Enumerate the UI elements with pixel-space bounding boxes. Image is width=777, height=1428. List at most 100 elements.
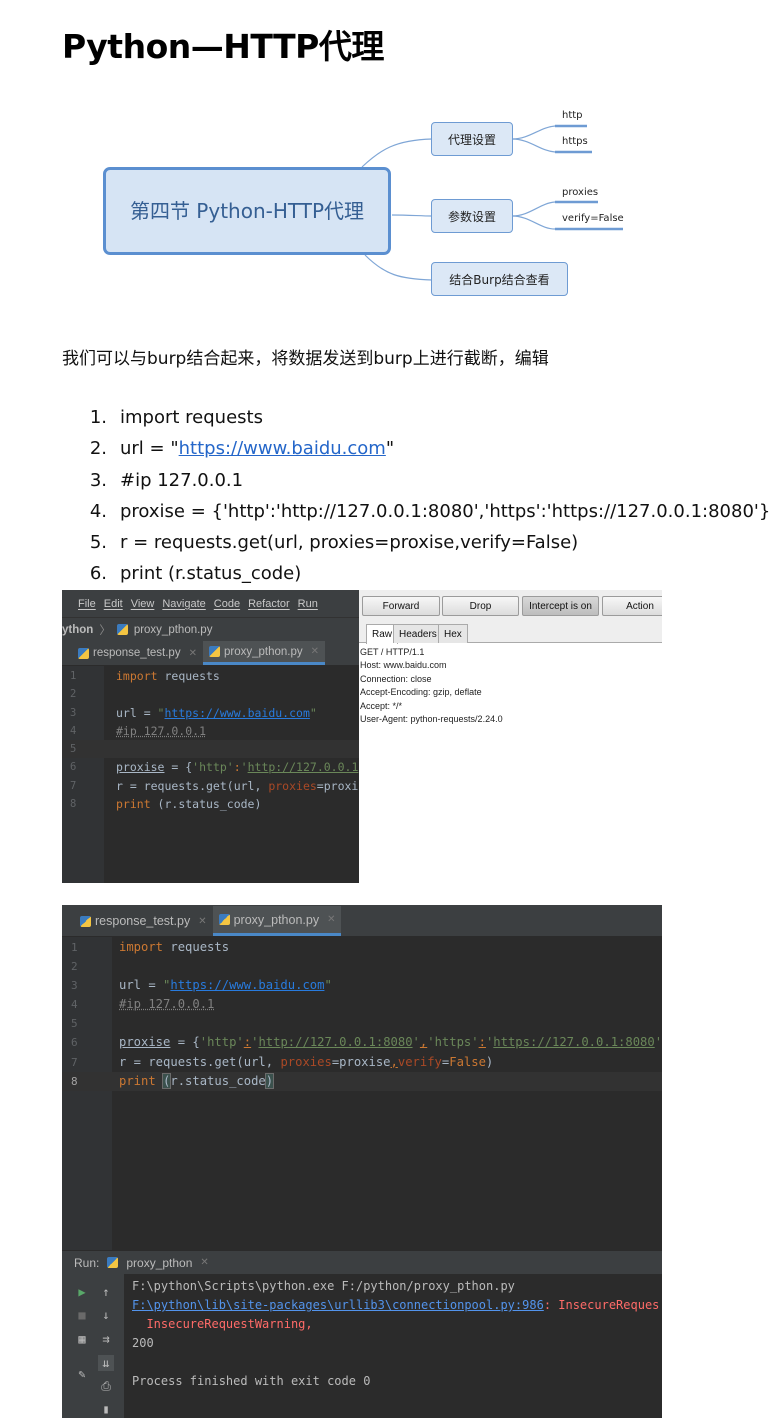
code-token: verify: [397, 1054, 442, 1069]
code-token: proxise: [116, 760, 165, 775]
pin-icon[interactable]: ✎: [74, 1366, 90, 1382]
close-icon[interactable]: ✕: [200, 1257, 208, 1268]
code-token: 'https': [427, 1035, 479, 1050]
tab-response-test[interactable]: response_test.py ✕: [74, 906, 213, 936]
breadcrumb-file[interactable]: proxy_pthon.py: [134, 624, 213, 636]
line-number: 4: [70, 724, 77, 737]
tab-label: response_test.py: [95, 914, 191, 928]
console-warning: : InsecureReques: [543, 1298, 660, 1313]
python-file-icon: [116, 624, 128, 635]
run-console[interactable]: F:\python\Scripts\python.exe F:/python/p…: [124, 1274, 662, 1418]
baidu-link[interactable]: https://www.baidu.com: [179, 438, 386, 459]
scroll-to-end-icon[interactable]: ⇊: [98, 1355, 114, 1371]
close-icon[interactable]: ✕: [327, 914, 335, 925]
code-list: 1. import requests 2. url = "https://www.b…: [62, 404, 771, 592]
list-item: 4. proxise = {'http':'http://127.0.0.1:80…: [62, 498, 771, 529]
line-number: 1: [70, 670, 77, 682]
tab-label: proxy_pthon.py: [223, 645, 303, 658]
menu-run[interactable]: Run: [298, 598, 318, 610]
python-file-icon: [218, 914, 230, 925]
code-token: 'http': [199, 1035, 244, 1050]
menu-refactor[interactable]: Refactor: [248, 598, 290, 610]
breadcrumb-project[interactable]: ython: [62, 624, 93, 636]
intercept-toggle-button[interactable]: Intercept is on: [522, 596, 599, 616]
layout-icon[interactable]: ▦: [74, 1331, 90, 1347]
run-config-tab[interactable]: proxy_pthon: [126, 1256, 192, 1270]
close-icon[interactable]: ✕: [189, 648, 197, 659]
burp-intercept-panel: Forward Drop Intercept is on Action Raw …: [359, 590, 662, 725]
code-editor[interactable]: 1 import requests 2 3 url = "https://www.b…: [62, 666, 359, 883]
line-number: 7: [71, 1055, 78, 1069]
request-line: GET / HTTP/1.1: [360, 647, 425, 657]
mind-map-node-param-settings: 参数设置: [431, 199, 513, 233]
code-url[interactable]: https://www.baidu.com: [170, 978, 324, 992]
tab-proxy-pthon[interactable]: proxy_pthon.py ✕: [212, 906, 342, 936]
code-token: ': [654, 1035, 662, 1050]
request-line: Host: www.baidu.com: [360, 660, 447, 671]
code-url[interactable]: http://127.0.0.1: [248, 760, 359, 774]
code-token: proxies: [280, 1054, 332, 1069]
line-number: 2: [71, 960, 78, 974]
tab-headers[interactable]: Headers: [393, 624, 443, 643]
close-icon[interactable]: ✕: [198, 916, 206, 927]
request-body[interactable]: GET / HTTP/1.1 Host: www.baidu.com Conne…: [359, 643, 662, 725]
line-number: 4: [71, 998, 78, 1012]
console-line: 200: [132, 1336, 154, 1351]
python-file-icon: [208, 646, 220, 657]
burp-toolbar: Forward Drop Intercept is on Action: [359, 590, 662, 622]
list-item: 5. r = requests.get(url, proxies=proxise,…: [62, 529, 770, 560]
code-url[interactable]: https://127.0.0.1:8080: [493, 1035, 654, 1049]
trash-icon[interactable]: ▮: [98, 1401, 114, 1417]
arrow-up-icon[interactable]: ↑: [98, 1284, 114, 1300]
request-line: Accept: */*: [360, 700, 403, 711]
soft-wrap-icon[interactable]: ⇉: [98, 1331, 114, 1347]
code-url[interactable]: https://www.baidu.com: [164, 706, 309, 720]
tab-response-test[interactable]: response_test.py ✕: [72, 641, 203, 665]
code-line-current: 8 print (r.status_code): [62, 1071, 662, 1091]
menu-view[interactable]: View: [131, 598, 155, 610]
list-number: 5.: [89, 532, 107, 554]
print-icon[interactable]: ⎙: [98, 1378, 114, 1394]
code-token: ': [412, 1035, 420, 1050]
code-line: 6 proxise = {'http':'http://127.0.0.1:808…: [62, 1033, 662, 1052]
code-token: url =: [116, 705, 158, 720]
code-token: ": [324, 978, 332, 993]
code-text: url = ": [120, 438, 179, 460]
list-item: 1. import requests: [62, 404, 770, 435]
code-comment: #ip 127.0.0.1: [119, 997, 215, 1012]
code-token: r = requests.get(url,: [119, 1054, 281, 1069]
code-editor[interactable]: 1 import requests 2 3 url = "https://www.b…: [62, 937, 662, 1250]
action-button[interactable]: Action: [602, 596, 662, 616]
menu-file[interactable]: File: [78, 598, 96, 610]
run-icon[interactable]: ▶: [74, 1284, 90, 1300]
code-line: 4 #ip 127.0.0.1: [62, 995, 662, 1014]
code-line: 4 #ip 127.0.0.1: [62, 722, 359, 740]
forward-button[interactable]: Forward: [362, 596, 440, 616]
line-number: 6: [71, 1036, 78, 1050]
mind-map-root: 第四节 Python-HTTP代理: [103, 167, 391, 255]
code-token: =proxi: [316, 778, 359, 793]
code-token: (r.status_code): [150, 797, 262, 812]
code-text: import requests: [120, 407, 263, 428]
line-number: 8: [71, 1074, 78, 1088]
drop-button[interactable]: Drop: [442, 596, 519, 616]
python-file-icon: [78, 647, 89, 659]
code-token: requests: [163, 940, 230, 954]
request-line: User-Agent: python-requests/2.24.0: [360, 714, 503, 725]
tab-proxy-pthon[interactable]: proxy_pthon.py ✕: [202, 641, 326, 665]
menu-edit[interactable]: Edit: [104, 598, 123, 610]
code-line: 3 url = "https://www.baidu.com": [62, 704, 359, 722]
arrow-down-icon[interactable]: ↓: [98, 1307, 114, 1323]
stop-icon[interactable]: ■: [74, 1307, 90, 1323]
breadcrumb-separator: 〉: [99, 624, 111, 637]
code-url[interactable]: http://127.0.0.1:8080: [258, 1035, 412, 1049]
console-file-link[interactable]: F:\python\lib\site-packages\urllib3\conn…: [132, 1298, 544, 1312]
close-icon[interactable]: ✕: [311, 646, 319, 657]
menu-code[interactable]: Code: [214, 598, 240, 610]
tab-hex[interactable]: Hex: [438, 624, 468, 643]
menu-navigate[interactable]: Navigate: [162, 598, 205, 610]
code-token: :: [243, 1035, 252, 1050]
list-item: 2. url = "https://www.baidu.com": [62, 435, 770, 466]
